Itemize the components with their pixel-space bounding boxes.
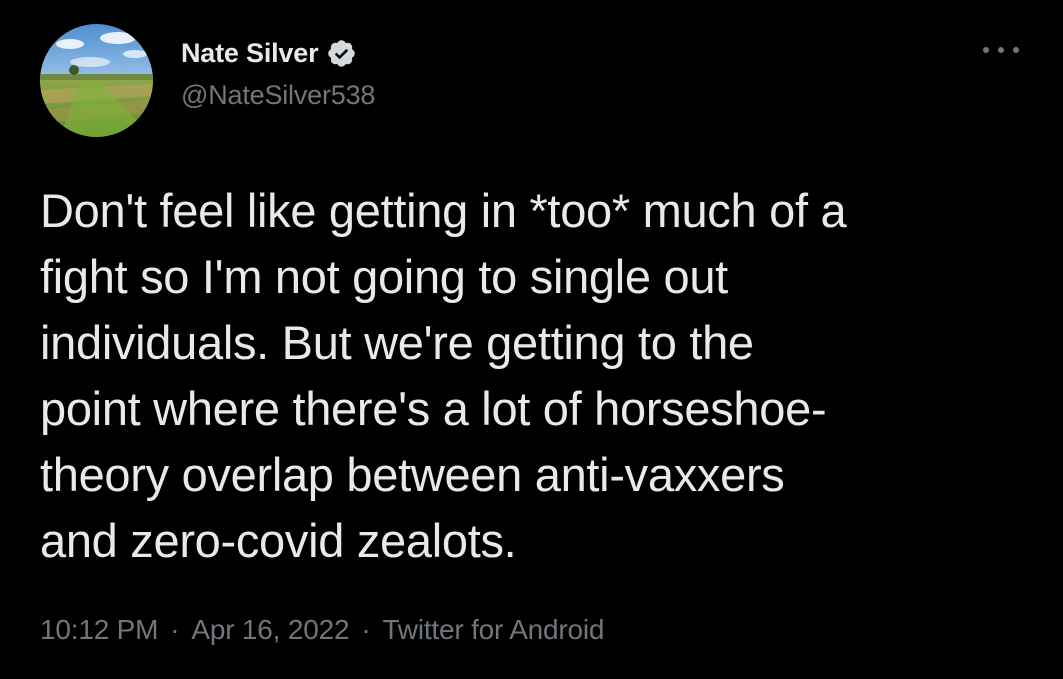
meta-separator: · <box>170 614 180 645</box>
author-block: Nate Silver @NateSilver538 <box>181 34 375 111</box>
author-display-name[interactable]: Nate Silver <box>181 38 319 69</box>
tweet-date[interactable]: Apr 16, 2022 <box>191 614 349 646</box>
author-avatar[interactable] <box>40 24 153 137</box>
tweet-card: Nate Silver @NateSilver538 Don't feel li… <box>0 0 1063 679</box>
dot <box>983 47 989 53</box>
landscape-field-avatar-icon <box>40 24 153 137</box>
name-row: Nate Silver <box>181 34 375 72</box>
tweet-text: Don't feel like getting in *too* much of… <box>40 184 847 567</box>
dot <box>998 47 1004 53</box>
more-options-icon[interactable] <box>983 40 1019 60</box>
tweet-time[interactable]: 10:12 PM <box>40 614 158 646</box>
author-handle[interactable]: @NateSilver538 <box>181 80 375 111</box>
meta-separator: · <box>361 614 371 645</box>
tweet-source[interactable]: Twitter for Android <box>382 614 604 646</box>
verified-badge-icon <box>326 38 357 69</box>
tweet-meta: 10:12 PM · Apr 16, 2022 · Twitter for An… <box>40 614 605 646</box>
dot <box>1013 47 1019 53</box>
